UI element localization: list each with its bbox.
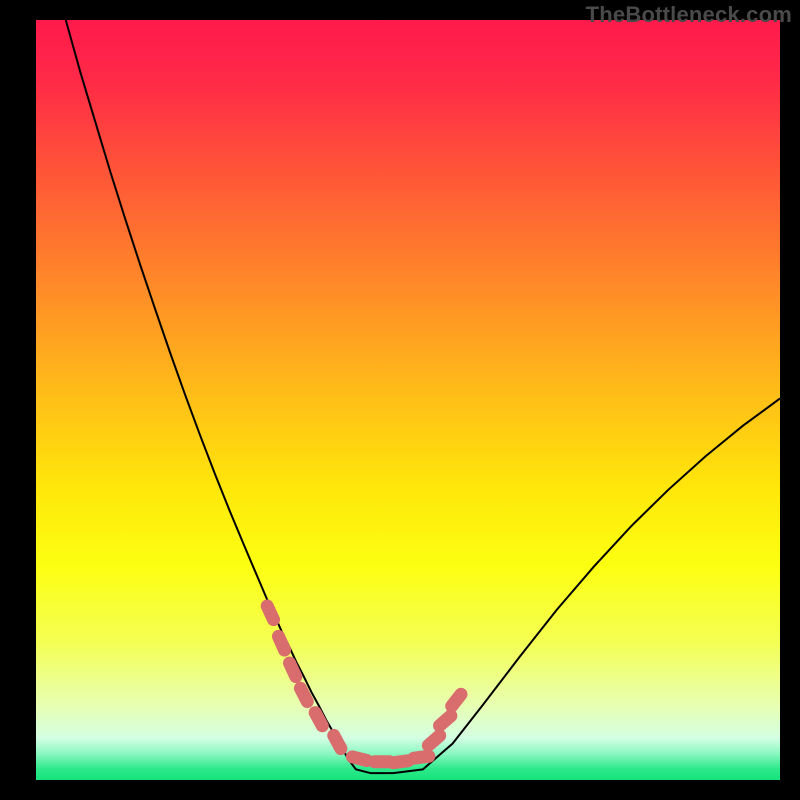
- bottleneck-chart: [36, 20, 780, 780]
- plot-area: [36, 20, 780, 780]
- watermark-text: TheBottleneck.com: [586, 2, 792, 28]
- chart-container: TheBottleneck.com: [0, 0, 800, 800]
- gradient-background: [36, 20, 780, 780]
